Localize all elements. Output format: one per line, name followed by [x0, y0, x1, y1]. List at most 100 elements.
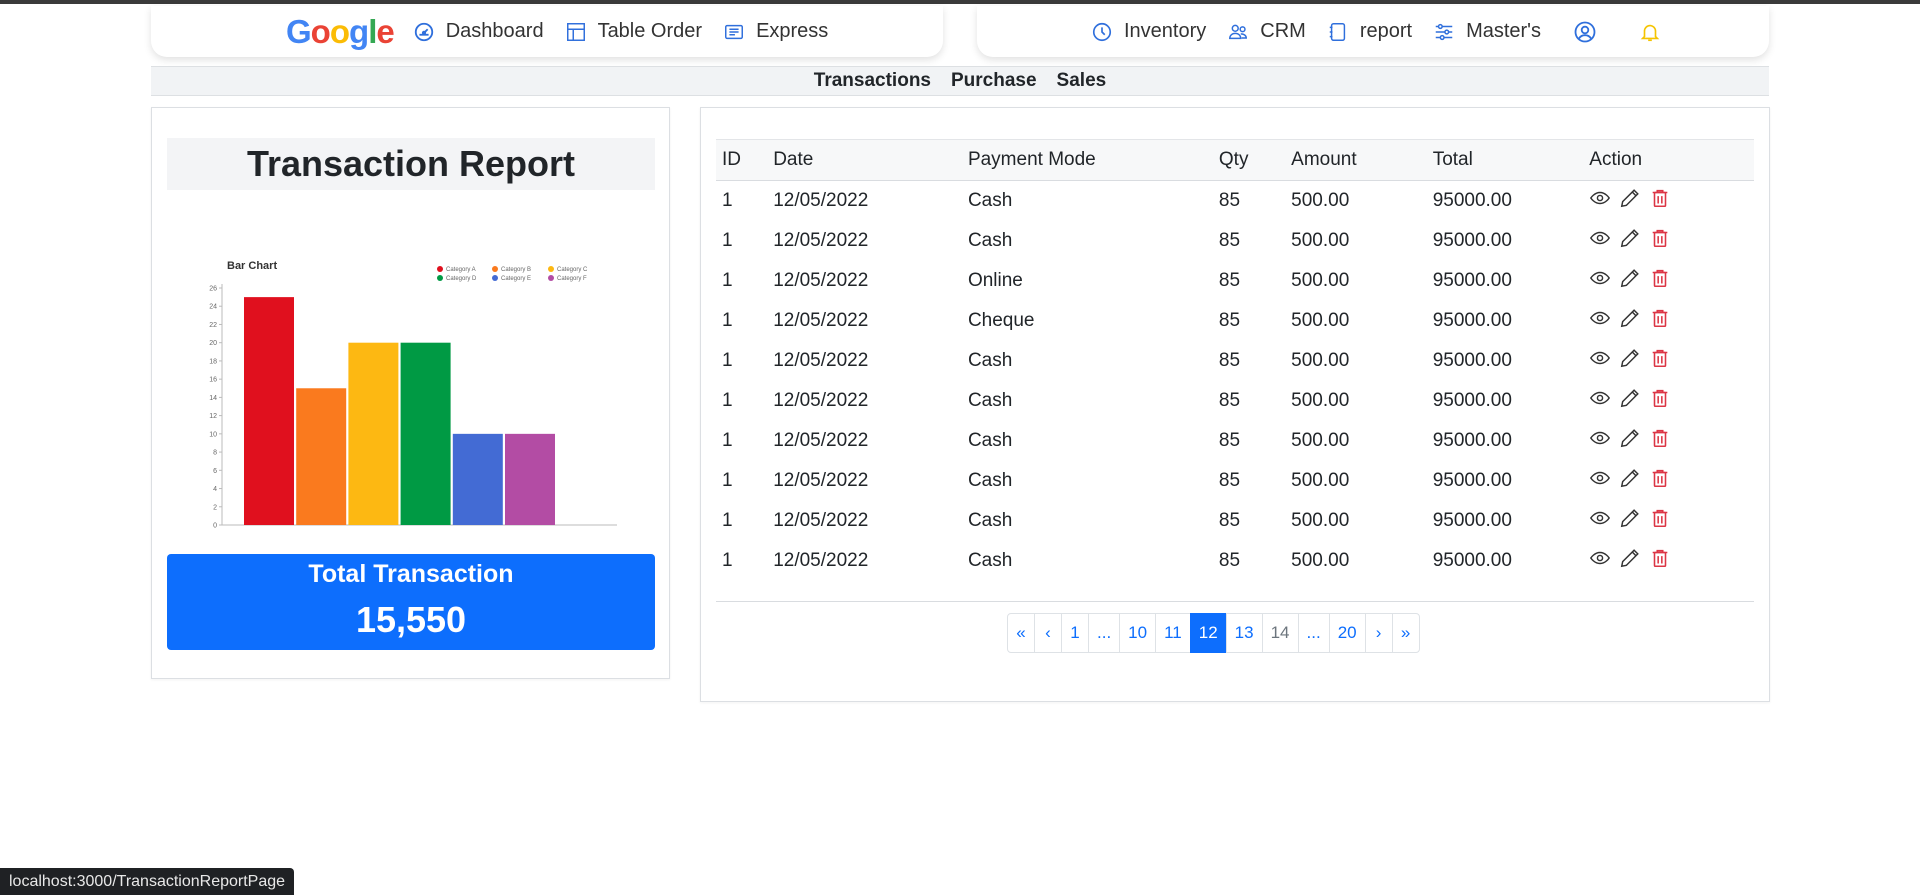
- legend-label: Category E: [501, 276, 531, 282]
- table-cell: Online: [967, 269, 1023, 291]
- view-eye-icon[interactable]: [1589, 467, 1611, 495]
- user-profile-icon[interactable]: [1573, 20, 1597, 44]
- edit-pencil-icon[interactable]: [1619, 227, 1641, 255]
- edit-pencil-icon[interactable]: [1619, 467, 1641, 495]
- delete-trash-icon[interactable]: [1649, 347, 1671, 375]
- nav-inventory[interactable]: Inventory: [1090, 20, 1206, 44]
- subnav-purchase[interactable]: Purchase: [951, 70, 1037, 92]
- table-cell: 12/05/2022: [773, 429, 869, 451]
- edit-pencil-icon[interactable]: [1619, 387, 1641, 415]
- table-cell: 1: [722, 429, 733, 451]
- column-header: ID: [722, 149, 741, 170]
- table-cell: 95000.00: [1432, 229, 1512, 251]
- chart-title: Bar Chart: [227, 260, 277, 272]
- google-logo[interactable]: Google: [286, 12, 395, 51]
- page-link[interactable]: ‹: [1034, 613, 1062, 653]
- page-link[interactable]: 20: [1328, 613, 1366, 653]
- table-cell: 85: [1218, 469, 1241, 491]
- delete-trash-icon[interactable]: [1649, 427, 1671, 455]
- delete-trash-icon[interactable]: [1649, 187, 1671, 215]
- y-tick-label: 12: [209, 413, 217, 420]
- page-link[interactable]: 1: [1061, 613, 1089, 653]
- table-cell: 95000.00: [1432, 429, 1512, 451]
- table-cell: 85: [1218, 349, 1241, 371]
- table-cell: 500.00: [1291, 189, 1350, 211]
- delete-trash-icon[interactable]: [1649, 467, 1671, 495]
- nav-table-order[interactable]: Table Order: [564, 20, 702, 44]
- logo-letter: o: [329, 12, 350, 50]
- edit-pencil-icon[interactable]: [1619, 347, 1641, 375]
- table-cell: Cash: [967, 469, 1013, 491]
- page-link[interactable]: 13: [1225, 613, 1263, 653]
- table-cell: 85: [1218, 189, 1241, 211]
- page-link[interactable]: ...: [1088, 613, 1121, 653]
- column-header: Total: [1432, 149, 1473, 170]
- subnav-sales[interactable]: Sales: [1057, 70, 1107, 92]
- view-eye-icon[interactable]: [1589, 307, 1611, 335]
- view-eye-icon[interactable]: [1589, 347, 1611, 375]
- nav-dashboard[interactable]: Dashboard: [412, 20, 544, 44]
- table-cell: 500.00: [1291, 269, 1350, 291]
- transactions-table: ID Date Payment Mode Qty Amount Total Action 1…: [716, 139, 1754, 581]
- table-cell: 1: [722, 189, 733, 211]
- delete-trash-icon[interactable]: [1649, 227, 1671, 255]
- nav-report[interactable]: report: [1326, 20, 1412, 44]
- page-link[interactable]: 14: [1261, 613, 1299, 653]
- table-cell: 95000.00: [1432, 509, 1512, 531]
- delete-trash-icon[interactable]: [1649, 507, 1671, 535]
- view-eye-icon[interactable]: [1589, 227, 1611, 255]
- subnav-transactions[interactable]: Transactions: [814, 70, 931, 92]
- status-bar-url: localhost:3000/TransactionReportPage: [0, 868, 295, 895]
- bar: [452, 433, 503, 525]
- logo-letter: o: [310, 12, 331, 50]
- table-cell: 12/05/2022: [773, 349, 869, 371]
- total-transaction-label: Total Transaction: [308, 560, 514, 588]
- table-cell: Cash: [967, 189, 1013, 211]
- table-cell: 500.00: [1291, 309, 1350, 331]
- delete-trash-icon[interactable]: [1649, 267, 1671, 295]
- view-eye-icon[interactable]: [1589, 547, 1611, 575]
- edit-pencil-icon[interactable]: [1619, 267, 1641, 295]
- delete-trash-icon[interactable]: [1649, 547, 1671, 575]
- legend-swatch: [548, 275, 554, 281]
- total-transaction-box: Total Transaction 15,550: [167, 554, 655, 650]
- page-link[interactable]: 11: [1155, 613, 1191, 653]
- table-cell: 1: [722, 549, 733, 571]
- bar: [296, 388, 347, 525]
- delete-trash-icon[interactable]: [1649, 307, 1671, 335]
- page-link[interactable]: 10: [1119, 613, 1157, 653]
- table-cell: 500.00: [1291, 229, 1350, 251]
- view-eye-icon[interactable]: [1589, 187, 1611, 215]
- page-link[interactable]: «: [1007, 613, 1035, 653]
- y-tick-label: 22: [209, 322, 217, 329]
- column-header: Payment Mode: [967, 149, 1096, 170]
- bell-icon[interactable]: [1639, 20, 1661, 44]
- nav-masters[interactable]: Master's: [1432, 20, 1541, 44]
- edit-pencil-icon[interactable]: [1619, 507, 1641, 535]
- view-eye-icon[interactable]: [1589, 387, 1611, 415]
- edit-pencil-icon[interactable]: [1619, 187, 1641, 215]
- bar: [505, 433, 555, 525]
- edit-pencil-icon[interactable]: [1619, 427, 1641, 455]
- edit-pencil-icon[interactable]: [1619, 307, 1641, 335]
- view-eye-icon[interactable]: [1589, 267, 1611, 295]
- table-cell: 1: [722, 509, 733, 531]
- delete-trash-icon[interactable]: [1649, 387, 1671, 415]
- table-row: 1 12/05/2022 Cash 85 500.00 95000.00: [716, 381, 1754, 421]
- view-eye-icon[interactable]: [1589, 507, 1611, 535]
- nav-report-label: report: [1359, 20, 1413, 42]
- y-tick-label: 26: [209, 286, 217, 293]
- table-row: 1 12/05/2022 Cash 85 500.00 95000.00: [716, 501, 1754, 541]
- table-row: 1 12/05/2022 Cash 85 500.00 95000.00: [716, 181, 1754, 221]
- edit-pencil-icon[interactable]: [1619, 547, 1641, 575]
- page-link[interactable]: ›: [1364, 613, 1393, 653]
- page-link[interactable]: ...: [1297, 613, 1330, 653]
- page-link[interactable]: »: [1391, 613, 1420, 653]
- view-eye-icon[interactable]: [1589, 427, 1611, 455]
- nav-express[interactable]: Express: [722, 20, 828, 44]
- notebook-icon: [1326, 20, 1350, 44]
- page-link[interactable]: 12: [1189, 613, 1227, 653]
- nav-crm[interactable]: CRM: [1226, 20, 1306, 44]
- action-cell: [1583, 541, 1754, 581]
- table-row: 1 12/05/2022 Cash 85 500.00 95000.00: [716, 341, 1754, 381]
